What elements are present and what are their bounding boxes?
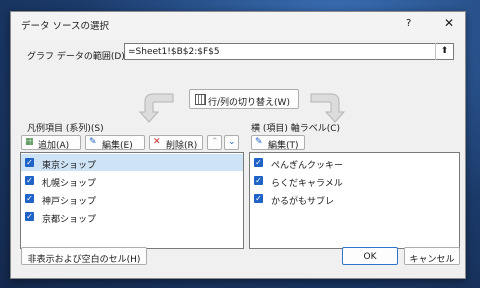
cancel-label: キャンセル (409, 255, 455, 265)
switch-row-column-icon (195, 94, 206, 105)
hidden-empty-cells-button[interactable]: 非表示および空白のセル(H) (21, 247, 147, 265)
close-button[interactable]: ✕ (444, 16, 454, 30)
add-series-button[interactable]: ▦ 追加(A) (21, 135, 81, 151)
legend-entries-label: 凡例項目 (系列)(S) (27, 124, 104, 134)
cancel-button[interactable]: キャンセル (404, 247, 460, 265)
category-label: らくだキャラメル (271, 179, 343, 189)
category-label: ぺんぎんクッキー (271, 161, 344, 171)
series-label: 東京ショップ (42, 161, 97, 171)
checkbox[interactable]: ✓ (25, 194, 34, 203)
arrow-right-icon (310, 93, 346, 123)
edit-axis-labels-button[interactable]: ✎ 編集(T) (251, 135, 305, 151)
chevron-down-icon: ⌄ (228, 137, 236, 147)
switch-row-column-label: 行/列の切り替え(W) (208, 98, 290, 108)
chevron-up-icon: ⌃ (211, 137, 219, 147)
list-item[interactable]: ✓ かるがもサブレ (250, 190, 459, 207)
checkbox[interactable]: ✓ (254, 194, 263, 203)
list-item[interactable]: ✓ 神戸ショップ (21, 190, 243, 207)
list-item[interactable]: ✓ 東京ショップ (21, 154, 243, 171)
series-label: 京都ショップ (42, 215, 97, 225)
collapse-dialog-button[interactable]: ⬆ (435, 43, 453, 60)
axis-labels-label: 横 (項目) 軸ラベル(C) (251, 124, 341, 134)
help-button[interactable]: ? (406, 18, 411, 29)
data-range-label: グラフ データの範囲(D): (27, 52, 128, 62)
arrow-left-icon (138, 93, 174, 123)
checkbox[interactable]: ✓ (25, 158, 34, 167)
edit-icon: ✎ (89, 137, 97, 147)
list-item[interactable]: ✓ 札幌ショップ (21, 172, 243, 189)
switch-row-column-button[interactable]: 行/列の切り替え(W) (189, 89, 299, 109)
hidden-empty-cells-label: 非表示および空白のセル(H) (27, 255, 141, 265)
checkbox[interactable]: ✓ (254, 158, 263, 167)
data-range-value: =Sheet1!$B$2:$F$5 (128, 47, 220, 57)
checkbox[interactable]: ✓ (25, 212, 34, 221)
series-label: 神戸ショップ (42, 197, 97, 207)
edit-axis-labels-label: 編集(T) (268, 141, 299, 151)
edit-series-button[interactable]: ✎ 編集(E) (85, 135, 145, 151)
ok-label: OK (363, 252, 377, 262)
delete-series-label: 削除(R) (166, 141, 198, 151)
edit-series-label: 編集(E) (102, 141, 133, 151)
dialog-title: データ ソースの選択 (21, 21, 110, 32)
axis-labels-list: ✓ ぺんぎんクッキー ✓ らくだキャラメル ✓ かるがもサブレ (249, 152, 460, 249)
list-item[interactable]: ✓ ぺんぎんクッキー (250, 154, 459, 171)
ok-button[interactable]: OK (342, 247, 398, 265)
legend-series-list: ✓ 東京ショップ ✓ 札幌ショップ ✓ 神戸ショップ ✓ 京都ショップ (20, 152, 244, 249)
edit-axis-icon: ✎ (255, 137, 263, 147)
series-label: 札幌ショップ (42, 179, 97, 189)
category-label: かるがもサブレ (271, 197, 335, 207)
checkbox[interactable]: ✓ (254, 176, 263, 185)
move-down-button[interactable]: ⌄ (224, 135, 239, 150)
data-range-input[interactable]: =Sheet1!$B$2:$F$5 ⬆ (124, 43, 454, 60)
list-item[interactable]: ✓ らくだキャラメル (250, 172, 459, 189)
checkbox[interactable]: ✓ (25, 176, 34, 185)
add-icon: ▦ (25, 137, 34, 147)
delete-series-button[interactable]: ✕ 削除(R) (149, 135, 203, 151)
title-bar: データ ソースの選択 ? ✕ (11, 12, 465, 40)
move-up-button[interactable]: ⌃ (207, 135, 222, 150)
add-series-label: 追加(A) (38, 141, 70, 151)
select-data-source-dialog: データ ソースの選択 ? ✕ グラフ データの範囲(D): =Sheet1!$B… (10, 11, 466, 279)
list-item[interactable]: ✓ 京都ショップ (21, 208, 243, 225)
delete-icon: ✕ (153, 137, 161, 147)
